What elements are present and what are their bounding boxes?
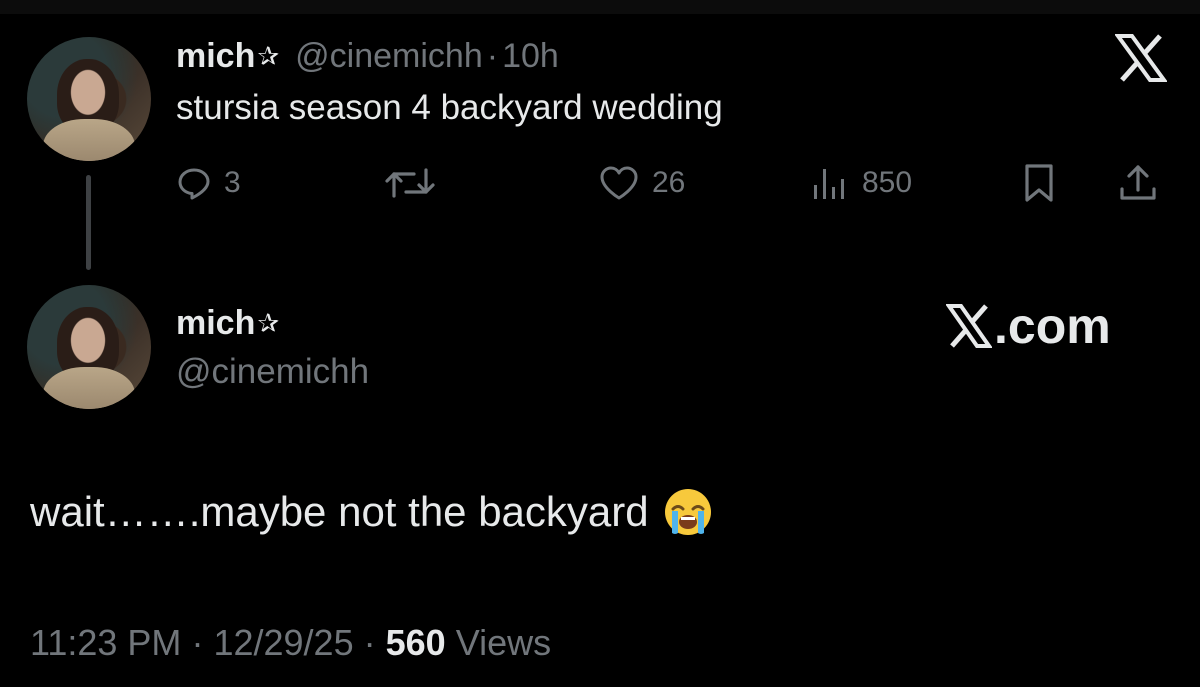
separator-dot: ·: [486, 36, 499, 75]
reply-date[interactable]: 12/29/25: [213, 622, 353, 663]
x-logo-icon: [946, 304, 992, 348]
views-icon: [814, 169, 844, 199]
views-label: Views: [455, 622, 552, 663]
reply-text: wait…….maybe not the backyard: [30, 487, 713, 537]
top-strip: [0, 0, 1200, 14]
share-icon: [1120, 165, 1156, 200]
avatar-shoulders: [43, 119, 135, 161]
loudly-crying-face-icon: [664, 489, 711, 535]
share-button[interactable]: [1118, 160, 1158, 206]
x-logo-icon[interactable]: [1115, 34, 1167, 82]
avatar[interactable]: [27, 37, 151, 161]
tweet-time[interactable]: 10h: [502, 37, 559, 76]
reply-metadata: 11:23 PM · 12/29/25 · 560 Views: [30, 622, 551, 664]
views-button[interactable]: 850: [810, 160, 912, 206]
brand-text: .com: [994, 298, 1111, 354]
separator-dot: ·: [191, 622, 204, 663]
retweet-icon: [385, 168, 435, 198]
heart-icon: [600, 166, 638, 200]
user-handle[interactable]: @cinemichh: [176, 352, 369, 392]
x-com-brand: .com: [946, 298, 1111, 354]
display-name[interactable]: mich: [176, 37, 255, 76]
like-button[interactable]: 26: [598, 160, 685, 206]
views-count: 560: [385, 622, 446, 663]
like-count: 26: [652, 166, 686, 199]
thread-line: [86, 175, 91, 270]
tweet-header: mich ✰ @cinemichh · 10h: [176, 36, 559, 76]
reply-button[interactable]: 3: [176, 160, 241, 206]
display-name[interactable]: mich: [176, 304, 255, 343]
user-handle[interactable]: @cinemichh: [295, 37, 483, 76]
views-count: 850: [862, 166, 913, 199]
bookmark-icon: [1025, 164, 1053, 202]
bookmark-button[interactable]: [1022, 160, 1056, 206]
separator-dot: ·: [363, 622, 376, 663]
reply-count: 3: [224, 166, 241, 199]
reply-header: mich ✰: [176, 302, 295, 344]
action-bar: 3 26 850: [176, 160, 1166, 206]
star-icon: ✰: [257, 40, 280, 71]
retweet-button[interactable]: [384, 160, 436, 206]
reply-text-content: wait…….maybe not the backyard: [30, 488, 649, 535]
reply-time[interactable]: 11:23 PM: [30, 622, 181, 663]
reply-icon: [178, 168, 210, 200]
avatar[interactable]: [27, 285, 151, 409]
star-icon: ✰: [257, 307, 280, 338]
tweet-text: stursia season 4 backyard wedding: [176, 88, 723, 127]
avatar-shoulders: [43, 367, 135, 409]
